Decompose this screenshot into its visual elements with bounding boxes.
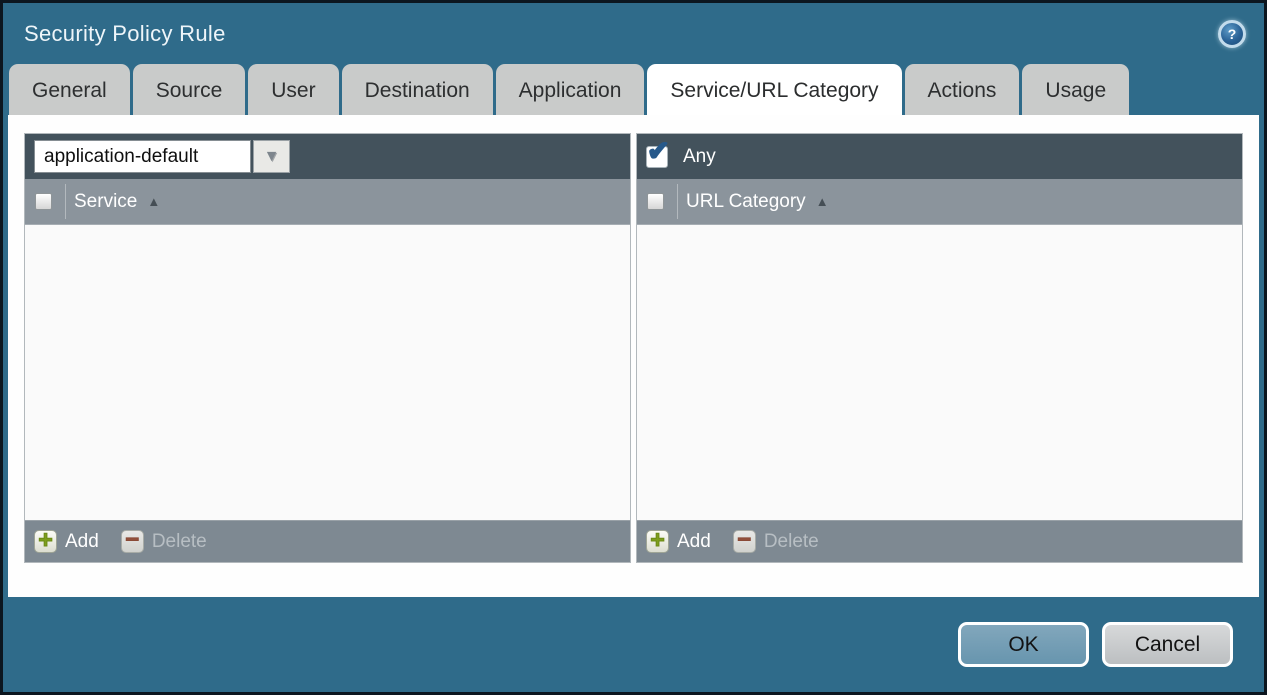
add-plus-icon: +: [646, 530, 669, 553]
url-category-table-body: [637, 225, 1242, 520]
checkmark-icon: ✔: [647, 138, 670, 165]
service-add-button[interactable]: + Add: [34, 530, 99, 553]
tab-application[interactable]: Application: [496, 64, 645, 115]
service-footer: + Add − Delete: [25, 520, 630, 562]
tab-user[interactable]: User: [248, 64, 338, 115]
service-type-dropdown[interactable]: application-default: [34, 140, 251, 173]
any-checkbox[interactable]: ✔: [646, 146, 668, 168]
help-glyph: ?: [1228, 26, 1237, 42]
ok-button[interactable]: OK: [958, 622, 1089, 667]
service-table-body: [25, 225, 630, 520]
tab-destination[interactable]: Destination: [342, 64, 493, 115]
chevron-down-icon: ▼: [264, 149, 280, 165]
service-column-header: Service: [74, 191, 137, 213]
service-type-dropdown-value: application-default: [44, 146, 198, 168]
url-category-footer: + Add − Delete: [637, 520, 1242, 562]
header-divider: [677, 184, 678, 219]
service-add-label: Add: [65, 531, 99, 553]
tab-usage[interactable]: Usage: [1022, 64, 1129, 115]
header-divider: [65, 184, 66, 219]
delete-minus-icon: −: [121, 530, 144, 553]
help-icon[interactable]: ?: [1218, 20, 1246, 48]
url-category-panel: ✔ Any URL Category ▲ + Add: [636, 133, 1243, 563]
dialog-title: Security Policy Rule: [24, 21, 226, 47]
url-category-add-button[interactable]: + Add: [646, 530, 711, 553]
service-panel: application-default ▼ Service ▲ + Add: [24, 133, 631, 563]
url-category-delete-button[interactable]: − Delete: [733, 530, 819, 553]
cancel-button[interactable]: Cancel: [1102, 622, 1233, 667]
url-category-toolbar: ✔ Any: [637, 134, 1242, 179]
title-bar: Security Policy Rule ?: [3, 3, 1264, 64]
security-policy-rule-dialog: Security Policy Rule ? General Source Us…: [0, 0, 1267, 695]
service-delete-button[interactable]: − Delete: [121, 530, 207, 553]
service-table-header[interactable]: Service ▲: [25, 179, 630, 225]
service-toolbar: application-default ▼: [25, 134, 630, 179]
tab-content: application-default ▼ Service ▲ + Add: [8, 115, 1259, 597]
add-plus-icon: +: [34, 530, 57, 553]
url-category-select-all-checkbox[interactable]: [647, 193, 664, 210]
tab-service-url-category[interactable]: Service/URL Category: [647, 64, 901, 115]
service-select-all-checkbox[interactable]: [35, 193, 52, 210]
tab-bar: General Source User Destination Applicat…: [3, 64, 1264, 115]
url-category-add-label: Add: [677, 531, 711, 553]
any-checkbox-label: Any: [683, 146, 716, 168]
delete-minus-icon: −: [733, 530, 756, 553]
tab-source[interactable]: Source: [133, 64, 246, 115]
tab-actions[interactable]: Actions: [905, 64, 1020, 115]
tab-general[interactable]: General: [9, 64, 130, 115]
url-category-column-header: URL Category: [686, 191, 806, 213]
sort-ascending-icon: ▲: [147, 194, 160, 209]
service-delete-label: Delete: [152, 531, 207, 553]
service-type-dropdown-arrow-button[interactable]: ▼: [253, 140, 290, 173]
dialog-action-row: OK Cancel: [3, 597, 1264, 692]
sort-ascending-icon: ▲: [816, 194, 829, 209]
url-category-table-header[interactable]: URL Category ▲: [637, 179, 1242, 225]
url-category-delete-label: Delete: [764, 531, 819, 553]
